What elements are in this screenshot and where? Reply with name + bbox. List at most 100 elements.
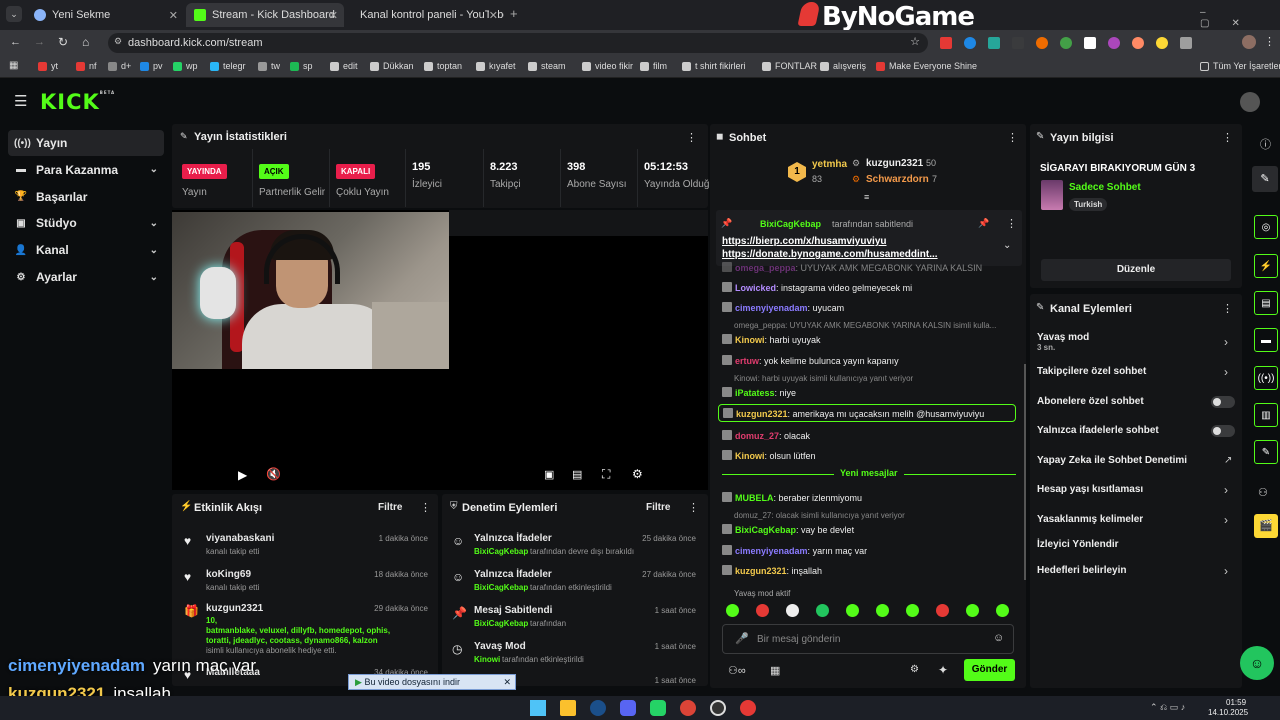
bookmark-item[interactable]: wp — [173, 61, 198, 71]
moderator-name[interactable]: BixiCagKebap — [474, 547, 528, 556]
expand-chevron-icon[interactable]: ⌄ — [1003, 240, 1011, 251]
close-icon[interactable]: ✕ — [488, 8, 498, 22]
category-link[interactable]: Sadece Sohbet — [1069, 182, 1141, 193]
bookmark-item[interactable]: t shirt fikirleri — [682, 61, 746, 71]
chat-username[interactable]: Kinowi — [735, 335, 765, 345]
bookmark-item[interactable]: tw — [258, 61, 280, 71]
mute-icon[interactable]: 🔇 — [266, 467, 281, 481]
chat-username[interactable]: MUBELA — [735, 493, 774, 503]
clip-icon[interactable]: ▤ — [572, 468, 582, 481]
channel-action-item[interactable]: Hedefleri belirleyin — [1037, 565, 1126, 576]
channel-action-item[interactable]: Takipçilere özel sohbet — [1037, 366, 1146, 377]
leader-name[interactable]: kuzgun2321 — [866, 158, 923, 169]
bookmark-item[interactable]: FONTLAR — [762, 61, 817, 71]
steam-icon[interactable] — [590, 700, 606, 716]
bookmark-item[interactable]: sp — [290, 61, 313, 71]
chat-message[interactable]: MUBELA: beraber izlenmiyomu — [722, 492, 862, 503]
chat-username[interactable]: ertuw — [735, 356, 759, 366]
video-player[interactable]: ▶ 🔇 ▣ ▤ ⛶ ⚙ — [172, 210, 708, 490]
info-icon[interactable]: ⓘ — [1260, 136, 1271, 152]
channel-action-item[interactable]: Yapay Zeka ile Sohbet Denetimi — [1037, 455, 1187, 466]
chat-tools-icon[interactable]: ⚇∞ — [728, 664, 746, 677]
emote-icon[interactable] — [966, 604, 979, 617]
toggle-switch[interactable] — [1211, 396, 1235, 408]
sidebar-item-5[interactable]: ⚙ Ayarlar ⌄ — [8, 264, 164, 290]
bookmark-item[interactable]: video fikir — [582, 61, 633, 71]
extension-icon[interactable] — [1012, 37, 1024, 49]
back-icon[interactable]: ← — [10, 36, 21, 48]
moderator-name[interactable]: Kinowi — [474, 655, 500, 664]
window-controls[interactable]: –▢✕ — [1200, 7, 1280, 29]
event-user[interactable]: viyanabaskani — [206, 533, 274, 544]
moderation-filter-button[interactable]: Filtre — [646, 502, 670, 513]
chat-message[interactable]: iPatatess: niye — [722, 387, 796, 398]
bookmark-item[interactable]: telegr — [210, 61, 246, 71]
chat-message[interactable]: kuzgun2321: amerikaya mı uçacaksın melih… — [718, 404, 1016, 422]
download-video-bar[interactable]: ▶ Bu video dosyasını indir ✕ — [348, 674, 516, 690]
category-thumbnail[interactable] — [1041, 180, 1063, 210]
external-link-icon[interactable]: ↗ — [1224, 455, 1232, 466]
send-button[interactable]: Gönder — [964, 659, 1015, 681]
events-filter-button[interactable]: Filtre — [378, 502, 402, 513]
profile-avatar[interactable] — [1242, 35, 1256, 49]
bookmark-item[interactable]: kıyafet — [476, 61, 516, 71]
apps-grid-icon[interactable]: ▦ — [9, 60, 18, 71]
chat-message[interactable]: ertuw: yok kelime bulunca yayın kapanıy — [722, 355, 899, 366]
pinned-user[interactable]: BixiCagKebap — [760, 219, 821, 229]
chat-username[interactable]: kuzgun2321 — [736, 409, 788, 419]
moderator-name[interactable]: BixiCagKebap — [474, 583, 528, 592]
bookmark-item[interactable]: nf — [76, 61, 97, 71]
rail-edit-button[interactable]: ✎ — [1252, 166, 1278, 192]
bookmark-item[interactable]: edit — [330, 61, 358, 71]
channel-action-item[interactable]: Yavaş mod — [1037, 332, 1089, 343]
tab-new-tab[interactable]: Yeni Sekme ✕ — [26, 3, 184, 27]
sidebar-item-1[interactable]: ▬ Para Kazanma ⌄ — [8, 157, 164, 183]
extension-icon[interactable] — [1108, 37, 1120, 49]
emote-icon[interactable] — [906, 604, 919, 617]
chat-username[interactable]: omega_peppa — [735, 263, 796, 273]
chat-menu-icon[interactable]: ⋮ — [1007, 131, 1018, 144]
rail-broadcast-button[interactable]: ((•)) — [1254, 366, 1278, 390]
forward-icon[interactable]: → — [34, 36, 45, 48]
sidebar-item-2[interactable]: 🏆 Başarılar — [8, 184, 164, 210]
bookmark-star-icon[interactable]: ☆ — [910, 35, 920, 48]
extension-icon[interactable] — [988, 37, 1000, 49]
bookmark-item[interactable]: Dükkan — [370, 61, 414, 71]
emote-icon[interactable] — [876, 604, 889, 617]
fullscreen-icon[interactable]: ⛶ — [602, 467, 610, 482]
moderation-menu-icon[interactable]: ⋮ — [688, 501, 699, 514]
chat-message[interactable]: cimenyiyenadam: uyucam — [722, 302, 844, 313]
reply-context[interactable]: Kinowi: harbi uyuyak isimli kullanıcıya … — [734, 374, 1014, 383]
emote-icon[interactable] — [786, 604, 799, 617]
leader-name[interactable]: yetmha — [812, 159, 847, 170]
site-info-icon[interactable]: ⚙ — [114, 36, 122, 47]
chat-username[interactable]: domuz_27 — [735, 431, 779, 441]
rail-layout-button[interactable]: ▥ — [1254, 403, 1278, 427]
tab-search-button[interactable]: ⌄ — [6, 6, 22, 22]
chat-message[interactable]: Kinowi: olsun lütfen — [722, 450, 816, 461]
chat-settings-icon[interactable]: ⚙ — [910, 664, 919, 675]
rail-doc-button[interactable]: ▤ — [1254, 291, 1278, 315]
chevron-right-icon[interactable]: › — [1224, 365, 1228, 379]
chat-username[interactable]: cimenyiyenadam — [735, 546, 808, 556]
bookmark-item[interactable]: toptan — [424, 61, 462, 71]
windows-start-icon[interactable] — [530, 700, 546, 716]
kick-logo[interactable]: KICKBETA — [40, 90, 115, 114]
play-icon[interactable]: ▶ — [238, 468, 247, 482]
chat-username[interactable]: Lowicked — [735, 283, 776, 293]
chat-message[interactable]: omega_peppa: UYUYAK AMK MEGABONK YARINA … — [722, 262, 982, 273]
stats-menu-icon[interactable]: ⋮ — [686, 131, 697, 144]
mic-icon[interactable]: 🎤 — [735, 632, 749, 645]
close-icon[interactable]: ✕ — [169, 9, 178, 22]
leader-name[interactable]: Schwarzdorn — [866, 174, 929, 185]
close-icon[interactable]: ✕ — [503, 675, 511, 689]
unpin-icon[interactable]: 📌 — [978, 218, 989, 229]
tab-youtube[interactable]: Kanal kontrol paneli - YouTube ✕ — [346, 3, 504, 27]
chat-message[interactable]: kuzgun2321: inşallah — [722, 565, 822, 576]
chat-username[interactable]: kuzgun2321 — [735, 566, 787, 576]
pinned-link-2[interactable]: https://donate.bynogame.com/husameddint.… — [722, 249, 938, 260]
bookmark-item[interactable]: Make Everyone Shine — [876, 61, 977, 71]
emote-icon[interactable] — [756, 604, 769, 617]
chat-people-icon[interactable]: ✦ — [938, 663, 948, 677]
gift-recipients[interactable]: batmanblake, veluxel, dillyfb, homedepot… — [206, 626, 402, 646]
